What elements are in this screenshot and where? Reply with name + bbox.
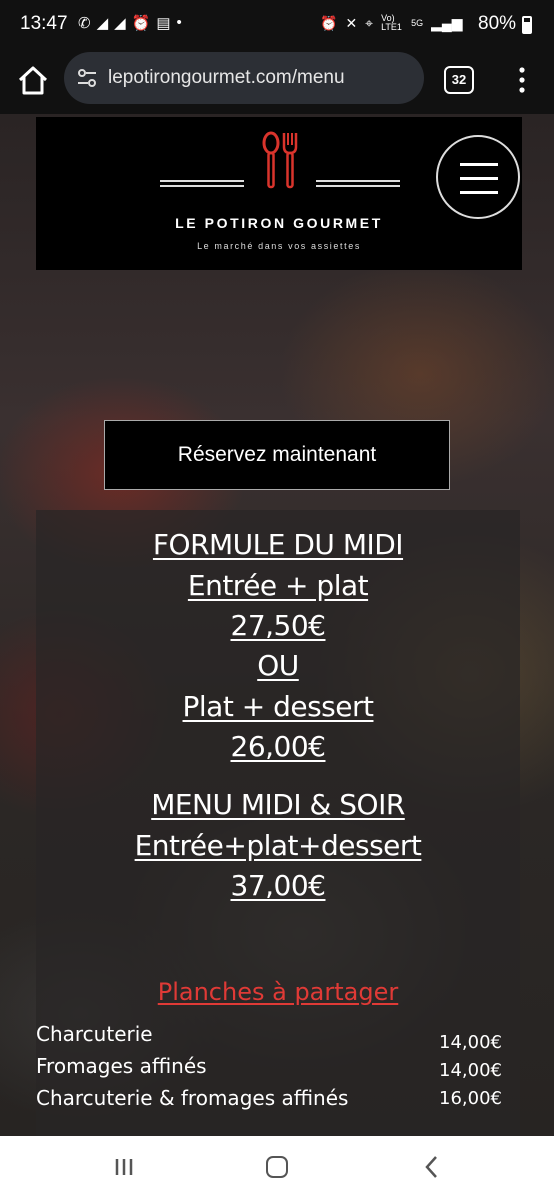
system-nav-bar bbox=[0, 1136, 554, 1200]
address-bar[interactable]: lepotirongourmet.com/menu bbox=[64, 52, 424, 104]
menu-item-price: 14,00€ bbox=[439, 1032, 502, 1053]
news-icon: ▤ bbox=[156, 15, 171, 32]
signal-5g-label: 5G bbox=[411, 18, 424, 28]
notification-icons: ✆ ◢ ◢ ⏰ ▤ • bbox=[78, 14, 182, 32]
spoon-fork-logo-icon[interactable] bbox=[260, 131, 302, 189]
planches-title: Planches à partager bbox=[157, 978, 399, 1006]
network-label: Vo) LTE1 bbox=[381, 13, 402, 32]
dot-icon: • bbox=[176, 14, 182, 31]
send-icon: ◢ bbox=[96, 15, 109, 32]
status-time: 13:47 bbox=[20, 13, 68, 34]
system-icons: ⏰ ✕ ⌖ Vo) LTE1 5G ▂▄▆ bbox=[320, 14, 463, 32]
recent-apps-icon[interactable] bbox=[114, 1158, 134, 1176]
menu-title: MENU MIDI & SOIR bbox=[151, 788, 405, 821]
battery-percent: 80% bbox=[478, 13, 517, 34]
site-header: LE POTIRON GOURMET Le marché dans vos as… bbox=[36, 117, 522, 270]
menu-price: 37,00€ bbox=[230, 869, 326, 902]
status-bar: 13:47 ✆ ◢ ◢ ⏰ ▤ • ⏰ ✕ ⌖ Vo) LTE1 5G ▂▄▆ … bbox=[0, 0, 554, 50]
menu-item-name: Fromages affinés bbox=[36, 1054, 207, 1078]
menu-item-price: 16,00€ bbox=[439, 1088, 502, 1109]
send-icon: ◢ bbox=[114, 15, 126, 32]
brand-name: LE POTIRON GOURMET bbox=[175, 215, 383, 231]
logo-line-left bbox=[160, 180, 244, 187]
formula-separator: OU bbox=[257, 649, 299, 682]
formula-option: Entrée + plat bbox=[187, 569, 369, 602]
whatsapp-icon: ✆ bbox=[78, 15, 91, 32]
tab-switcher-button[interactable]: 32 bbox=[444, 66, 474, 94]
browser-toolbar: lepotirongourmet.com/menu 32 bbox=[0, 50, 554, 114]
menu-item-name: Charcuterie bbox=[36, 1022, 153, 1046]
hamburger-bar bbox=[460, 177, 498, 180]
menu-item-name: Charcuterie & fromages affinés bbox=[36, 1086, 349, 1110]
home-icon[interactable] bbox=[16, 64, 50, 98]
logo-line-right bbox=[316, 180, 400, 187]
site-settings-icon[interactable] bbox=[76, 67, 98, 89]
web-page: LE POTIRON GOURMET Le marché dans vos as… bbox=[0, 114, 554, 1136]
home-nav-icon[interactable] bbox=[266, 1156, 288, 1178]
battery-icon bbox=[522, 16, 532, 34]
hamburger-bar bbox=[460, 163, 498, 166]
hamburger-menu-button[interactable] bbox=[436, 135, 520, 219]
menu-panel: FORMULE DU MIDI Entrée + plat 27,50€ OU … bbox=[36, 510, 520, 1136]
location-icon: ⌖ bbox=[365, 14, 374, 31]
reserve-button[interactable]: Réservez maintenant bbox=[104, 420, 450, 490]
formula-option: Plat + dessert bbox=[182, 690, 374, 723]
hamburger-bar bbox=[460, 191, 498, 194]
mute-icon: ✕ bbox=[345, 14, 358, 31]
alarm-icon: ⏰ bbox=[131, 15, 151, 32]
formula-price: 26,00€ bbox=[230, 730, 326, 763]
url-text[interactable]: lepotirongourmet.com/menu bbox=[108, 67, 345, 89]
menu-item-price: 14,00€ bbox=[439, 1060, 502, 1081]
brand-tagline: Le marché dans vos assiettes bbox=[197, 241, 361, 251]
formula-price: 27,50€ bbox=[230, 609, 326, 642]
formula-title: FORMULE DU MIDI bbox=[152, 528, 404, 561]
alarm-icon: ⏰ bbox=[320, 14, 338, 31]
more-options-icon[interactable] bbox=[512, 66, 532, 94]
signal-icon: ▂▄▆ bbox=[431, 14, 463, 31]
back-icon[interactable] bbox=[424, 1155, 440, 1179]
menu-option: Entrée+plat+dessert bbox=[134, 829, 422, 862]
